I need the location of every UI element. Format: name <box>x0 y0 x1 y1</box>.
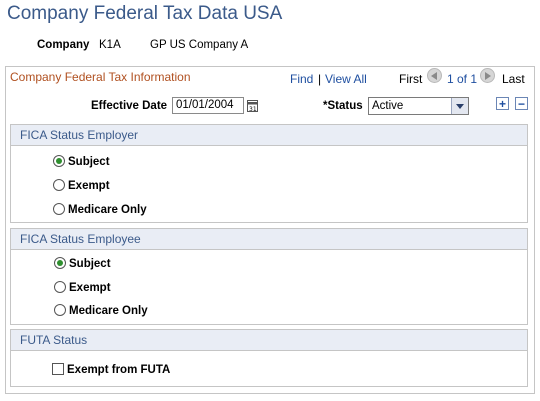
fica-employee-exempt-label: Exempt <box>69 282 111 294</box>
calendar-glyph-icon: 31 <box>248 102 257 113</box>
nav-separator: | <box>318 72 322 86</box>
fica-employee-medicare-label: Medicare Only <box>69 305 148 317</box>
fica-employee-title: FICA Status Employee <box>20 232 141 246</box>
fica-employee-subject-radio[interactable] <box>54 257 66 269</box>
radio-selected-dot <box>56 158 62 164</box>
calendar-icon[interactable]: 31 <box>247 100 258 113</box>
last-label: Last <box>502 72 525 86</box>
fica-employer-exempt-radio[interactable] <box>53 179 65 191</box>
page-title: Company Federal Tax Data USA <box>7 3 283 24</box>
status-label: *Status <box>323 100 363 112</box>
fica-employee-exempt-radio[interactable] <box>54 281 66 293</box>
previous-button[interactable] <box>427 68 442 83</box>
company-label: Company <box>37 39 90 51</box>
status-select[interactable]: Active <box>368 97 469 115</box>
fica-employer-subject-radio[interactable] <box>53 155 65 167</box>
add-row-button[interactable]: + <box>496 97 509 110</box>
svg-text:31: 31 <box>249 106 257 112</box>
company-code: K1A <box>99 39 121 51</box>
fica-employer-medicare-radio[interactable] <box>53 203 65 215</box>
first-label: First <box>399 72 423 86</box>
row-position: 1 of 1 <box>447 72 478 86</box>
find-link[interactable]: Find <box>290 72 313 86</box>
chevron-down-icon <box>451 98 468 114</box>
radio-selected-dot <box>57 260 63 266</box>
company-name: GP US Company A <box>150 39 249 51</box>
exempt-from-futa-checkbox[interactable] <box>52 363 64 375</box>
next-button[interactable] <box>480 68 495 83</box>
grid-title: Company Federal Tax Information <box>10 70 191 84</box>
delete-row-button[interactable]: − <box>515 97 528 110</box>
effective-date-label: Effective Date <box>91 100 168 112</box>
view-all-link[interactable]: View All <box>325 72 367 86</box>
fica-employee-medicare-radio[interactable] <box>54 304 66 316</box>
triangle-left-icon <box>431 71 437 80</box>
fica-employer-subject-label: Subject <box>68 156 110 168</box>
triangle-right-icon <box>485 71 491 80</box>
status-value: Active <box>372 100 404 112</box>
fica-employer-medicare-label: Medicare Only <box>68 204 147 216</box>
effective-date-input[interactable]: 01/01/2004 <box>172 97 244 114</box>
fica-employer-exempt-label: Exempt <box>68 180 110 192</box>
exempt-from-futa-label: Exempt from FUTA <box>67 364 171 376</box>
futa-title: FUTA Status <box>20 333 88 347</box>
futa-header <box>10 329 528 351</box>
fica-employee-subject-label: Subject <box>69 258 111 270</box>
fica-employer-title: FICA Status Employer <box>20 128 139 142</box>
